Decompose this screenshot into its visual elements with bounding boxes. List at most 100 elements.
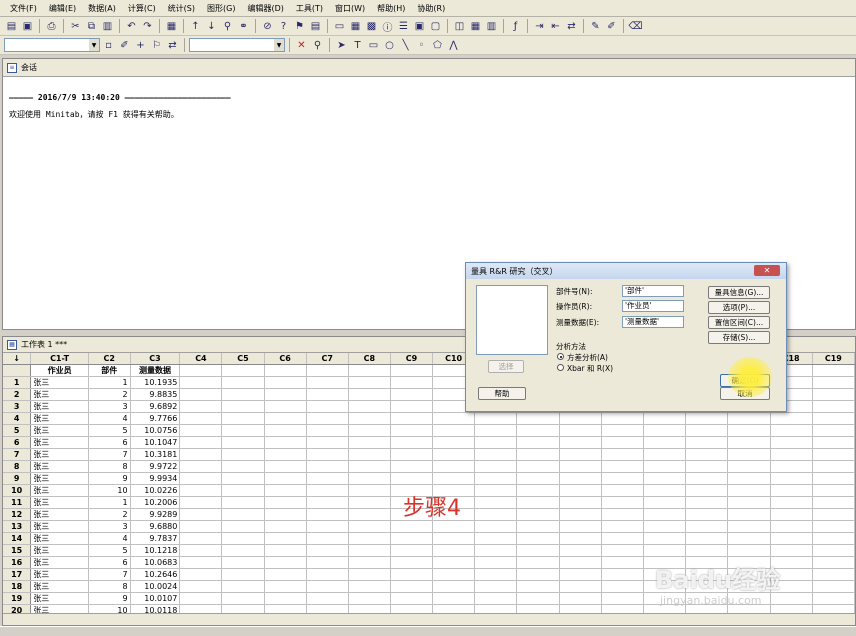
data-cell[interactable] <box>516 592 560 606</box>
data-cell[interactable] <box>770 424 813 438</box>
data-cell[interactable]: 10.2006 <box>130 496 181 510</box>
data-cell[interactable] <box>770 520 813 534</box>
data-cell[interactable] <box>727 472 771 486</box>
data-cell[interactable]: 张三 <box>30 580 89 594</box>
data-cell[interactable] <box>474 580 518 594</box>
paste-format-icon[interactable]: ▫ <box>101 38 116 53</box>
data-cell[interactable] <box>727 484 771 498</box>
data-cell[interactable] <box>264 472 307 486</box>
data-cell[interactable] <box>770 436 813 450</box>
data-cell[interactable] <box>306 448 349 462</box>
edit-last-dialog-icon[interactable]: ▦ <box>164 19 179 34</box>
data-cell[interactable] <box>179 484 223 498</box>
row-number[interactable]: 9 <box>3 472 32 486</box>
data-cell[interactable] <box>264 532 307 546</box>
data-cell[interactable]: 10.3181 <box>130 448 181 462</box>
data-cell[interactable] <box>306 544 349 558</box>
data-cell[interactable] <box>770 472 813 486</box>
data-cell[interactable] <box>432 460 476 474</box>
data-cell[interactable] <box>812 448 855 462</box>
data-cell[interactable] <box>306 580 349 594</box>
data-cell[interactable]: 1 <box>88 496 131 510</box>
data-cell[interactable]: 2 <box>88 508 131 522</box>
data-cell[interactable] <box>179 448 223 462</box>
insert-rows-icon[interactable]: ⇥ <box>532 19 547 34</box>
data-cell[interactable] <box>390 556 434 570</box>
gage-info-button[interactable]: 量具信息(G)... <box>708 286 770 299</box>
data-cell[interactable] <box>770 544 813 558</box>
data-cell[interactable] <box>643 484 687 498</box>
data-cell[interactable] <box>348 472 391 486</box>
cancel-button[interactable]: 取消 <box>720 387 770 400</box>
data-cell[interactable] <box>306 472 349 486</box>
polyline-tool-icon[interactable]: ⋀ <box>446 38 461 53</box>
data-cell[interactable] <box>643 532 687 546</box>
column-header[interactable]: C19 <box>812 353 855 366</box>
line-tool-icon[interactable]: ╲ <box>398 38 413 53</box>
data-cell[interactable] <box>390 532 434 546</box>
data-cell[interactable]: 张三 <box>30 388 89 402</box>
data-cell[interactable]: 9.9722 <box>130 460 181 474</box>
data-cell[interactable] <box>348 388 391 402</box>
data-cell[interactable] <box>221 436 265 450</box>
data-cell[interactable] <box>432 412 476 426</box>
ellipse-tool-icon[interactable]: ○ <box>382 38 397 53</box>
data-cell[interactable] <box>306 376 349 390</box>
data-cell[interactable] <box>264 436 307 450</box>
data-cell[interactable] <box>390 592 434 606</box>
row-number[interactable]: 16 <box>3 556 32 570</box>
data-cell[interactable]: 8 <box>88 460 131 474</box>
data-cell[interactable] <box>264 520 307 534</box>
session-window-icon[interactable]: ▭ <box>332 19 347 34</box>
data-cell[interactable] <box>264 460 307 474</box>
column-name-cell[interactable]: 部件 <box>88 364 131 378</box>
data-cell[interactable] <box>559 424 602 438</box>
data-cell[interactable] <box>770 460 813 474</box>
data-cell[interactable] <box>221 484 265 498</box>
data-cell[interactable] <box>727 544 771 558</box>
data-cell[interactable] <box>812 460 855 474</box>
data-cell[interactable] <box>812 412 855 426</box>
data-cell[interactable] <box>432 532 476 546</box>
data-cell[interactable] <box>264 448 307 462</box>
data-cell[interactable]: 张三 <box>30 460 89 474</box>
data-cell[interactable] <box>516 580 560 594</box>
data-cell[interactable] <box>221 376 265 390</box>
data-cell[interactable] <box>559 484 602 498</box>
open-icon[interactable]: ▤ <box>4 19 19 34</box>
data-cell[interactable] <box>474 448 518 462</box>
menu-item-4[interactable]: 统计(S) <box>162 3 201 14</box>
arrow-down-icon[interactable]: ↓ <box>204 19 219 34</box>
data-cell[interactable] <box>770 448 813 462</box>
data-cell[interactable] <box>179 436 223 450</box>
data-cell[interactable] <box>474 472 518 486</box>
data-cell[interactable] <box>432 520 476 534</box>
polygon-tool-icon[interactable]: ⬠ <box>430 38 445 53</box>
data-cell[interactable] <box>264 424 307 438</box>
data-cell[interactable]: 张三 <box>30 448 89 462</box>
data-cell[interactable] <box>601 472 644 486</box>
data-cell[interactable]: 张三 <box>30 412 89 426</box>
row-number[interactable]: 10 <box>3 484 32 498</box>
data-cell[interactable] <box>221 592 265 606</box>
data-cell[interactable]: 张三 <box>30 436 89 450</box>
data-cell[interactable] <box>727 496 771 510</box>
data-cell[interactable]: 张三 <box>30 520 89 534</box>
data-cell[interactable] <box>348 520 391 534</box>
data-cell[interactable] <box>516 424 560 438</box>
data-cell[interactable] <box>264 412 307 426</box>
variable-list[interactable] <box>476 285 548 355</box>
data-cell[interactable] <box>348 424 391 438</box>
data-cell[interactable] <box>727 520 771 534</box>
column-name-cell[interactable] <box>812 364 855 378</box>
help-icon[interactable]: ? <box>276 19 291 34</box>
data-cell[interactable] <box>770 532 813 546</box>
data-cell[interactable] <box>348 508 391 522</box>
data-cell[interactable] <box>264 376 307 390</box>
data-cell[interactable] <box>685 412 729 426</box>
data-cell[interactable] <box>601 544 644 558</box>
data-cell[interactable] <box>727 508 771 522</box>
row-number[interactable]: 4 <box>3 412 32 426</box>
data-cell[interactable] <box>727 460 771 474</box>
data-cell[interactable] <box>474 460 518 474</box>
